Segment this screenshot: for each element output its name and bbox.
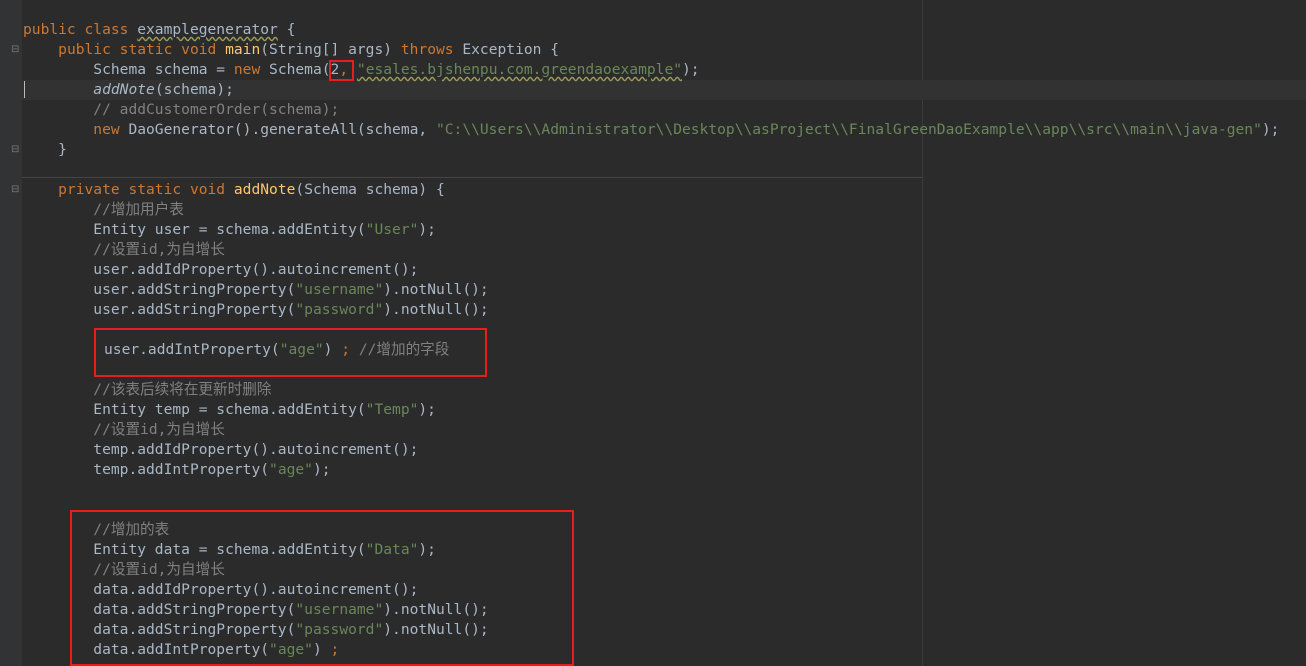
- code-text: Schema schema =: [93, 61, 234, 78]
- code-comment: //该表后续将在更新时删除: [93, 381, 272, 398]
- fold-open-icon[interactable]: ⊟: [11, 45, 19, 55]
- code-comment: //增加用户表: [93, 201, 184, 218]
- keyword: throws: [400, 41, 454, 58]
- code-line-temp-comment[interactable]: //该表后续将在更新时删除: [23, 380, 271, 400]
- string-literal: "User": [365, 221, 419, 238]
- keyword: new: [93, 121, 120, 138]
- code-line-comment[interactable]: // addCustomerOrder(schema);: [23, 100, 339, 120]
- code-line-user-id[interactable]: user.addIdProperty().autoincrement();: [23, 260, 418, 280]
- data-table-highlight-box: [70, 510, 574, 666]
- code-line-add-note-call[interactable]: addNote(schema);: [23, 80, 234, 100]
- code-line-temp-entity[interactable]: Entity temp = schema.addEntity("Temp");: [23, 400, 436, 420]
- code-line-temp-id[interactable]: temp.addIdProperty().autoincrement();: [23, 440, 418, 460]
- code-text: temp.addIntProperty(: [93, 461, 270, 478]
- params: (String[] args): [260, 41, 401, 58]
- method-name: addNote: [233, 181, 296, 198]
- code-line-add-note-signature[interactable]: private static void addNote(Schema schem…: [23, 180, 445, 200]
- string-literal: "password": [295, 301, 384, 318]
- method-name: main: [225, 41, 261, 58]
- code-line-main-signature[interactable]: public static void main(String[] args) t…: [23, 40, 559, 60]
- age-field-highlight-box: [94, 328, 487, 377]
- package-string: "esales.bjshenpu.com.greendaoexample": [356, 61, 683, 78]
- keyword: public class: [23, 21, 138, 38]
- brace: {: [277, 21, 296, 38]
- exception-type: Exception {: [453, 41, 559, 58]
- code-text: user.addStringProperty(: [93, 301, 296, 318]
- code-text: user.addStringProperty(: [93, 281, 296, 298]
- version-highlight-box: [329, 60, 354, 81]
- code-text: user.addIdProperty().autoincrement();: [93, 261, 419, 278]
- code-line-temp-id-comment[interactable]: //设置id,为自增长: [23, 420, 225, 440]
- code-line-generate[interactable]: new DaoGenerator().generateAll(schema, "…: [23, 120, 1279, 140]
- code-line-main-close[interactable]: }: [23, 140, 67, 160]
- code-line-user-entity[interactable]: Entity user = schema.addEntity("User");: [23, 220, 436, 240]
- string-literal: "Temp": [365, 401, 419, 418]
- keyword: private static void: [58, 181, 234, 198]
- code-line-user-username[interactable]: user.addStringProperty("username").notNu…: [23, 280, 489, 300]
- code-line-temp-age[interactable]: temp.addIntProperty("age");: [23, 460, 331, 480]
- code-text: DaoGenerator().generateAll(schema,: [119, 121, 436, 138]
- fold-open-icon[interactable]: ⊟: [11, 185, 19, 195]
- code-line-user-password[interactable]: user.addStringProperty("password").notNu…: [23, 300, 489, 320]
- code-line-user-comment[interactable]: //增加用户表: [23, 200, 184, 220]
- code-line-class-declaration[interactable]: public class examplegenerator {: [23, 20, 295, 40]
- method-call: addNote: [93, 81, 155, 98]
- code-text: Entity user = schema.addEntity(: [93, 221, 366, 238]
- keyword: new: [233, 61, 261, 78]
- code-text: (schema);: [154, 81, 234, 98]
- class-name: examplegenerator: [137, 21, 278, 38]
- code-line-user-id-comment[interactable]: //设置id,为自增长: [23, 240, 225, 260]
- code-text: );: [1261, 121, 1280, 138]
- code-text: );: [312, 461, 331, 478]
- editor-gutter: [0, 0, 22, 666]
- code-text: Entity temp = schema.addEntity(: [93, 401, 366, 418]
- brace: }: [23, 141, 67, 158]
- code-line-schema[interactable]: Schema schema = new Schema(2, "esales.bj…: [23, 60, 700, 80]
- method-separator: [22, 177, 922, 178]
- code-text: );: [418, 401, 436, 418]
- code-text: );: [682, 61, 700, 78]
- code-comment: //设置id,为自增长: [93, 241, 225, 258]
- params: (Schema schema) {: [295, 181, 445, 198]
- code-text: ).notNull();: [383, 301, 489, 318]
- code-text: ).notNull();: [383, 281, 489, 298]
- keyword: public static void: [58, 41, 226, 58]
- code-comment: //设置id,为自增长: [93, 421, 225, 438]
- code-comment: // addCustomerOrder(schema);: [93, 101, 340, 118]
- path-string: "C:\\Users\\Administrator\\Desktop\\asPr…: [435, 121, 1262, 138]
- string-literal: "age": [269, 461, 313, 478]
- code-text: temp.addIdProperty().autoincrement();: [93, 441, 419, 458]
- string-literal: "username": [295, 281, 384, 298]
- fold-close-icon[interactable]: ⊟: [11, 145, 19, 155]
- code-text: );: [418, 221, 436, 238]
- code-text: Schema(: [260, 61, 331, 78]
